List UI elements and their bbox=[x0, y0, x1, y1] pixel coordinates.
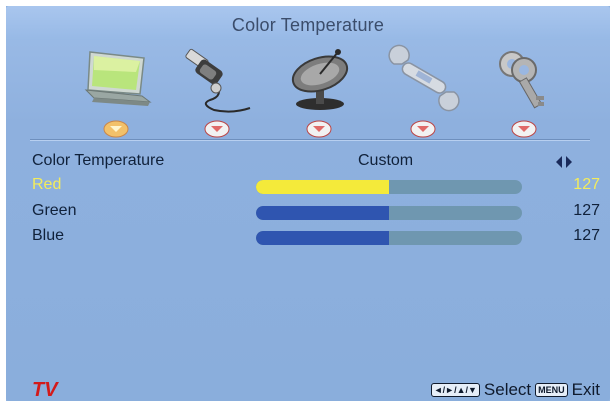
nav-keys-icon: ◄/►/▲/▼ bbox=[430, 383, 480, 397]
key-hints: ◄/►/▲/▼ Select MENU Exit bbox=[430, 380, 600, 400]
satellite-dish-icon[interactable] bbox=[282, 44, 358, 114]
red-slider-track[interactable] bbox=[256, 180, 522, 194]
divider-highlight bbox=[30, 140, 590, 141]
menu-icon-bar bbox=[6, 44, 610, 118]
blue-slider-fill bbox=[256, 231, 389, 245]
menu-title: Color Temperature bbox=[231, 15, 385, 35]
blue-slider-row[interactable]: Blue 127 bbox=[6, 227, 610, 251]
red-slider-fill bbox=[256, 180, 389, 194]
green-slider-fill bbox=[256, 206, 389, 220]
blue-label: Blue bbox=[32, 227, 65, 244]
keys-icon[interactable] bbox=[488, 44, 564, 114]
wrench-icon[interactable] bbox=[386, 44, 462, 114]
title-bar: Color Temperature bbox=[6, 6, 610, 40]
red-value: 127 bbox=[573, 176, 600, 193]
red-label: Red bbox=[32, 176, 62, 193]
menu-key-icon: MENU bbox=[535, 383, 568, 397]
footer-bar: TV ◄/►/▲/▼ Select MENU Exit bbox=[6, 379, 610, 401]
blue-slider-track[interactable] bbox=[256, 231, 522, 245]
audio-plug-icon[interactable] bbox=[180, 44, 256, 114]
select-hint: Select bbox=[483, 380, 532, 399]
color-temperature-row[interactable]: Color Temperature Custom bbox=[6, 152, 610, 176]
color-temperature-label: Color Temperature bbox=[32, 152, 165, 169]
menu-position-markers bbox=[6, 118, 610, 140]
green-slider-track[interactable] bbox=[256, 206, 522, 220]
left-right-arrows-icon[interactable] bbox=[556, 155, 572, 173]
marker-icon bbox=[204, 118, 230, 138]
exit-hint: Exit bbox=[571, 380, 600, 399]
green-label: Green bbox=[32, 202, 77, 219]
color-temperature-value: Custom bbox=[358, 152, 414, 169]
marker-icon bbox=[306, 118, 332, 138]
active-marker-icon bbox=[103, 118, 129, 138]
picture-icon[interactable] bbox=[80, 44, 156, 114]
green-slider-row[interactable]: Green 127 bbox=[6, 202, 610, 226]
green-value: 127 bbox=[573, 202, 600, 219]
tv-source-label: TV bbox=[32, 379, 58, 401]
blue-value: 127 bbox=[573, 227, 600, 244]
marker-icon bbox=[410, 118, 436, 138]
osd-menu-panel: Color Temperature Color Temperature Cust… bbox=[6, 6, 610, 401]
red-slider-row[interactable]: Red 127 bbox=[6, 176, 610, 200]
marker-icon bbox=[511, 118, 537, 138]
